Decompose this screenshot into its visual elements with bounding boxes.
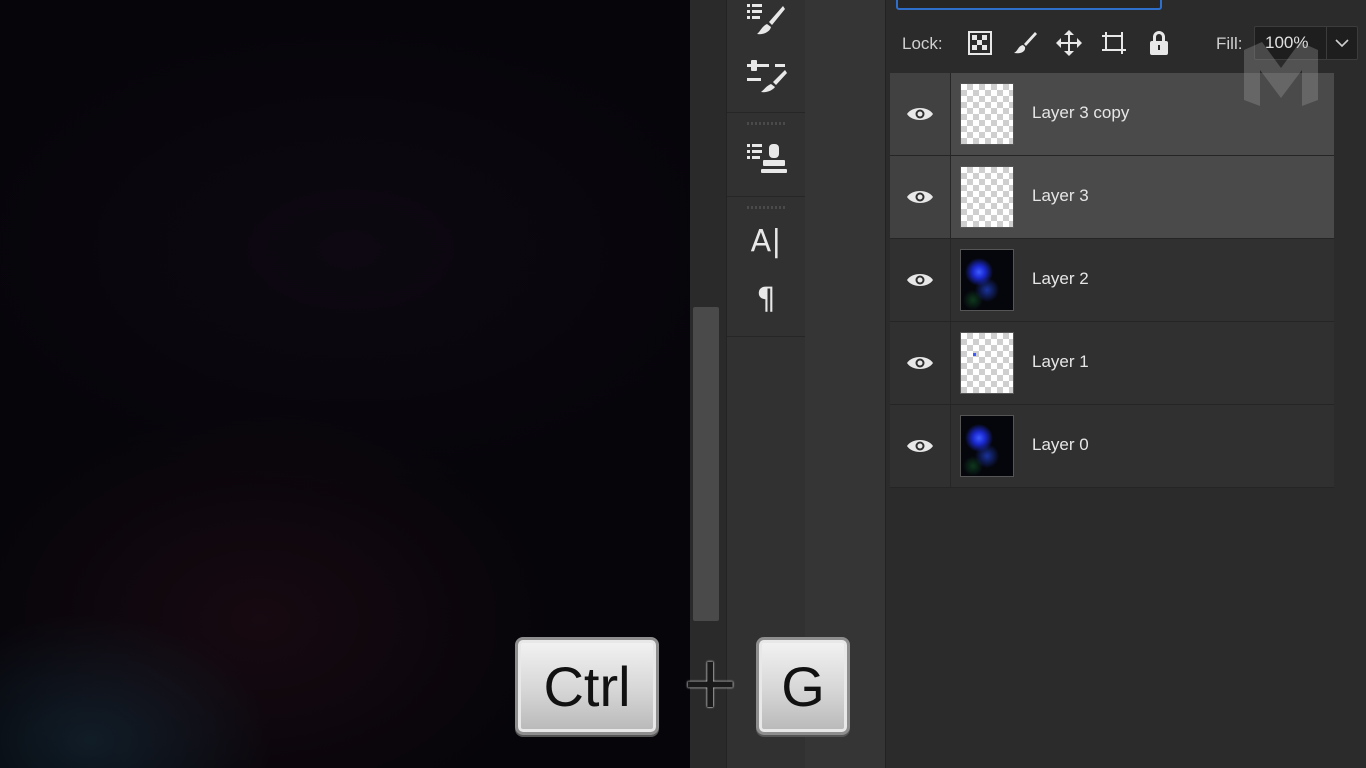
layer-row[interactable]: Layer 0 — [890, 405, 1334, 488]
move-lock-icon[interactable] — [1054, 28, 1084, 58]
visibility-eye-icon[interactable] — [890, 405, 951, 487]
layer-row[interactable]: Layer 1 — [890, 322, 1334, 405]
layer-name[interactable]: Layer 2 — [1032, 269, 1089, 289]
brush-presets-icon[interactable] — [743, 56, 789, 96]
layer-name[interactable]: Layer 1 — [1032, 352, 1089, 372]
brush-lock-icon[interactable] — [1010, 28, 1040, 58]
visibility-eye-icon[interactable] — [890, 73, 951, 155]
fill-label: Fill: — [1216, 34, 1243, 53]
visibility-eye-icon[interactable] — [890, 322, 951, 404]
chevron-down-icon[interactable] — [1326, 27, 1357, 59]
layer-name[interactable]: Layer 0 — [1032, 435, 1089, 455]
layer-name[interactable]: Layer 3 copy — [1032, 103, 1129, 123]
character-icon[interactable]: A| — [743, 222, 789, 262]
transparency-lock-icon[interactable] — [965, 28, 995, 58]
layer-thumbnail — [960, 415, 1014, 477]
clone-source-icon[interactable] — [743, 138, 789, 178]
brush-settings-icon[interactable] — [743, 0, 789, 40]
plus-sign: + — [680, 640, 741, 724]
layer-row[interactable]: Layer 2 — [890, 239, 1334, 322]
canvas-scrollbar-thumb[interactable] — [693, 307, 719, 621]
layer-thumbnail — [960, 249, 1014, 311]
layer-thumbnail — [960, 332, 1014, 394]
lock-label: Lock: — [902, 34, 943, 53]
visibility-eye-icon[interactable] — [890, 156, 951, 238]
ctrl-key-overlay: Ctrl — [515, 637, 659, 735]
paragraph-icon[interactable]: ¶ — [743, 280, 789, 320]
layer-filter-field[interactable] — [896, 0, 1162, 10]
layer-row[interactable]: Layer 3 — [890, 156, 1334, 239]
g-key-overlay: G — [756, 637, 850, 735]
layer-thumbnail — [960, 83, 1014, 145]
layer-thumbnail — [960, 166, 1014, 228]
visibility-eye-icon[interactable] — [890, 239, 951, 321]
layer-name[interactable]: Layer 3 — [1032, 186, 1089, 206]
lock-all-icon[interactable] — [1144, 28, 1174, 58]
layers-panel: Lock: Fill: 100% Layer 3 copy Layer 3 La… — [886, 0, 1366, 768]
watermark-logo — [1242, 40, 1320, 106]
artboard-lock-icon[interactable] — [1099, 28, 1129, 58]
